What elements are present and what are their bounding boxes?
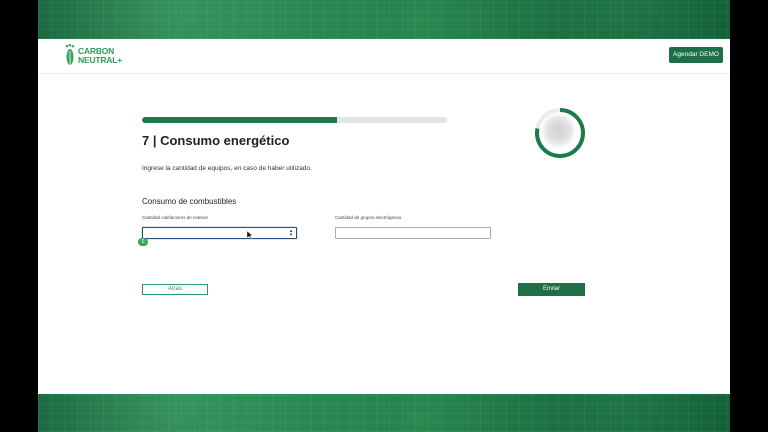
grupos-electrogenos-input[interactable] bbox=[335, 227, 491, 239]
step-title: 7 | Consumo energético bbox=[142, 133, 290, 148]
send-button[interactable]: Enviar bbox=[518, 283, 585, 296]
calefactores-input[interactable]: ▴ ▾ bbox=[142, 227, 297, 239]
counter-badge: 0 bbox=[138, 238, 148, 246]
field-label-grupos: Cantidad de grupos electrógenos bbox=[335, 215, 402, 220]
screen: CARBON NEUTRAL+ Agendar DEMO 7 | Consumo… bbox=[38, 0, 730, 432]
bottom-banner bbox=[38, 394, 730, 432]
footprint-logo-icon bbox=[65, 43, 75, 65]
field-label-calefactores: Cantidad calefactores de exterior bbox=[142, 215, 209, 220]
progress-bar bbox=[142, 117, 447, 123]
site-header: CARBON NEUTRAL+ bbox=[38, 39, 730, 74]
mouse-cursor-icon bbox=[247, 231, 253, 239]
logo[interactable]: CARBON NEUTRAL+ bbox=[64, 42, 122, 70]
progress-gauge bbox=[535, 108, 585, 158]
logo-line-2: NEUTRAL+ bbox=[78, 55, 122, 65]
back-button[interactable]: Atras bbox=[142, 284, 208, 295]
section-title: Consumo de combustibles bbox=[142, 197, 237, 206]
agendar-demo-button[interactable]: Agendar DEMO bbox=[669, 47, 723, 63]
top-banner bbox=[38, 0, 730, 39]
step-instruction: Ingrese la cantidad de equipos, en caso … bbox=[142, 165, 312, 172]
spinner-arrows-icon[interactable]: ▴ ▾ bbox=[288, 229, 294, 238]
logo-text: CARBON NEUTRAL+ bbox=[78, 47, 122, 65]
progress-bar-fill bbox=[142, 117, 338, 123]
